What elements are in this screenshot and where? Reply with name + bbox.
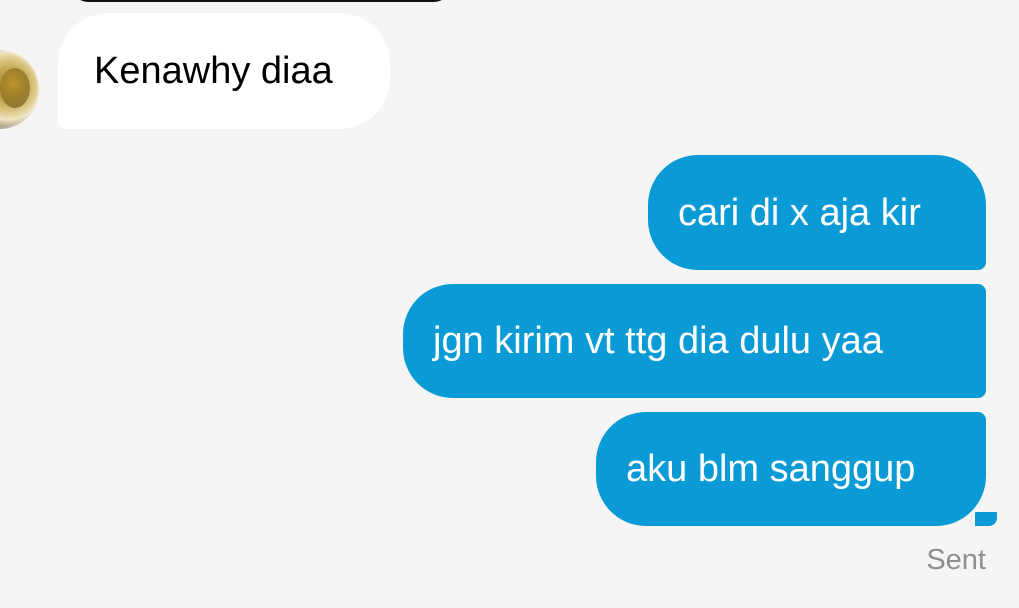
- incoming-message-text: Kenawhy diaa: [94, 50, 333, 92]
- contact-avatar[interactable]: [0, 50, 39, 129]
- outgoing-message-bubble[interactable]: jgn kirim vt ttg dia dulu yaa: [403, 284, 986, 398]
- outgoing-message-text: jgn kirim vt ttg dia dulu yaa: [433, 320, 883, 362]
- outgoing-bubble-tail: [975, 512, 997, 526]
- outgoing-message-bubble[interactable]: cari di x aja kir: [648, 155, 986, 270]
- delivery-status: Sent: [926, 544, 986, 576]
- outgoing-message-bubble[interactable]: aku blm sanggup: [596, 412, 986, 526]
- incoming-message-bubble[interactable]: Kenawhy diaa: [58, 13, 390, 129]
- previous-message-bubble[interactable]: [72, 0, 450, 2]
- outgoing-message-text: cari di x aja kir: [678, 191, 921, 234]
- chat-thread: Kenawhy diaa cari di x aja kir jgn kirim…: [0, 0, 1019, 608]
- outgoing-message-text: aku blm sanggup: [626, 448, 916, 490]
